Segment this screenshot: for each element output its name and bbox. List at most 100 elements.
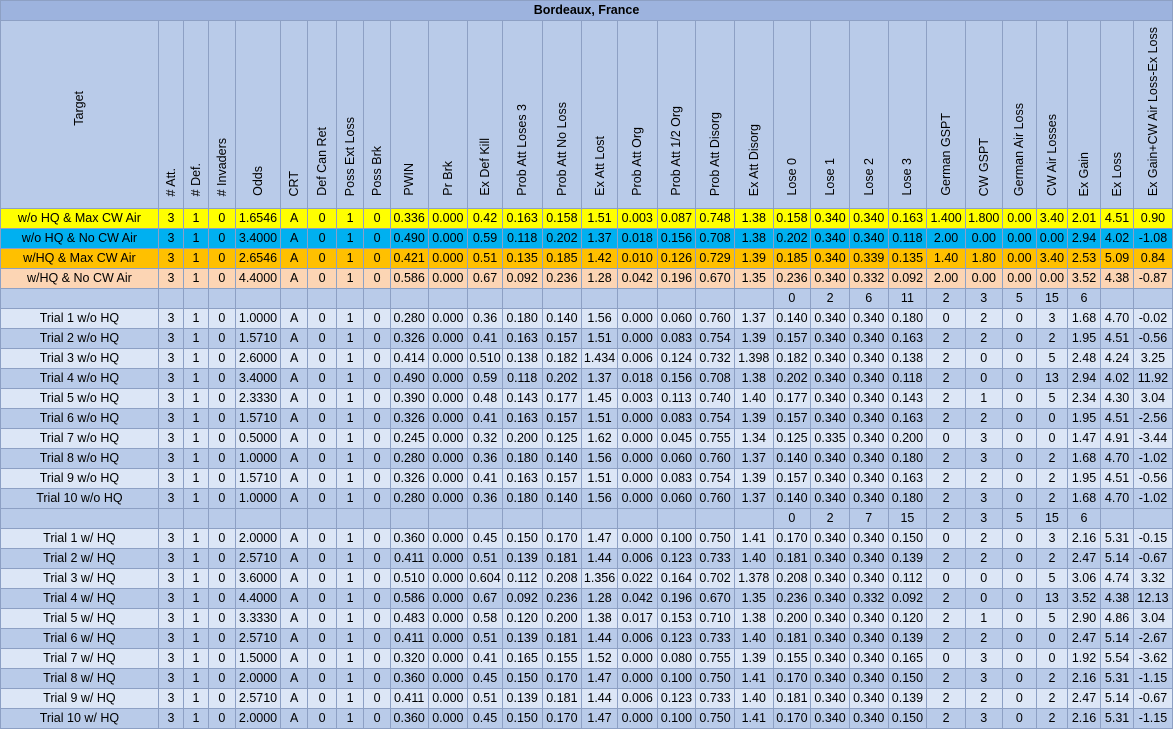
table-cell[interactable] <box>363 508 391 529</box>
table-cell[interactable]: 2 <box>926 608 966 629</box>
table-cell[interactable] <box>307 288 337 309</box>
table-cell[interactable]: 2.3330 <box>235 388 281 409</box>
table-cell[interactable]: 0.123 <box>656 628 697 649</box>
table-cell[interactable]: 0.018 <box>616 368 658 389</box>
column-header[interactable]: Prob Att Loses 3 <box>501 20 543 209</box>
table-cell[interactable]: 2 <box>926 588 966 609</box>
table-cell[interactable]: 0 <box>363 628 391 649</box>
table-cell[interactable]: 0 <box>363 348 391 369</box>
table-cell[interactable]: 0 <box>207 228 237 249</box>
table-cell[interactable]: 0.000 <box>616 668 658 689</box>
row-label-cell[interactable]: Trial 10 w/ HQ <box>0 708 159 729</box>
table-cell[interactable]: 0 <box>207 628 237 649</box>
table-cell[interactable]: 0.754 <box>695 468 735 489</box>
table-cell[interactable]: 0 <box>363 388 391 409</box>
table-cell[interactable]: 0.118 <box>887 368 928 389</box>
table-cell[interactable]: 0 <box>307 248 337 269</box>
table-cell[interactable]: 0.196 <box>656 588 697 609</box>
table-cell[interactable] <box>616 508 658 529</box>
table-cell[interactable]: 5.09 <box>1100 248 1134 269</box>
column-header[interactable]: Lose 1 <box>810 20 850 209</box>
table-cell[interactable]: 0.113 <box>656 388 697 409</box>
table-cell[interactable]: 0.000 <box>427 468 469 489</box>
table-cell[interactable]: 3.25 <box>1132 348 1173 369</box>
table-cell[interactable] <box>183 508 209 529</box>
table-cell[interactable]: 0.138 <box>501 348 543 369</box>
table-cell[interactable]: 0.163 <box>887 328 928 349</box>
table-cell[interactable]: 0.157 <box>541 328 583 349</box>
table-cell[interactable]: 0.332 <box>848 588 889 609</box>
table-cell[interactable]: 0.150 <box>887 668 928 689</box>
table-cell[interactable]: 1 <box>335 448 365 469</box>
table-cell[interactable]: 0.340 <box>848 548 889 569</box>
table-cell[interactable]: 0.010 <box>616 248 658 269</box>
table-cell[interactable]: 0 <box>363 468 391 489</box>
row-label-cell[interactable]: Trial 8 w/ HQ <box>0 668 159 689</box>
table-cell[interactable]: 0.42 <box>467 208 503 229</box>
table-cell[interactable]: 0.092 <box>501 588 543 609</box>
table-cell[interactable]: 0.340 <box>810 408 850 429</box>
table-cell[interactable]: 0.280 <box>389 488 429 509</box>
row-label-cell[interactable]: Trial 2 w/o HQ <box>0 328 159 349</box>
table-cell[interactable]: 0 <box>1001 408 1038 429</box>
table-cell[interactable]: A <box>279 568 309 589</box>
table-cell[interactable]: 2.0000 <box>235 528 281 549</box>
table-cell[interactable]: 0.760 <box>695 308 735 329</box>
table-cell[interactable]: 0.156 <box>656 368 697 389</box>
column-header[interactable]: Pr Brk <box>427 20 469 209</box>
table-cell[interactable]: 2.94 <box>1066 368 1102 389</box>
table-cell[interactable]: 0.006 <box>616 348 658 369</box>
table-cell[interactable]: 0.236 <box>541 268 583 289</box>
table-cell[interactable]: 1.5710 <box>235 328 281 349</box>
table-cell[interactable]: 2.47 <box>1066 628 1102 649</box>
table-cell[interactable]: 0.750 <box>695 528 735 549</box>
table-cell[interactable]: 0.000 <box>427 208 469 229</box>
table-cell[interactable]: 1 <box>335 588 365 609</box>
table-cell[interactable]: 0.710 <box>695 608 735 629</box>
table-cell[interactable]: 0 <box>1001 428 1038 449</box>
table-cell[interactable]: 0.755 <box>695 428 735 449</box>
table-cell[interactable]: 1 <box>335 228 365 249</box>
table-cell[interactable]: 1.38 <box>733 228 774 249</box>
table-cell[interactable]: 3 <box>157 548 185 569</box>
table-cell[interactable]: 3 <box>157 528 185 549</box>
table-cell[interactable]: 2.53 <box>1066 248 1102 269</box>
table-cell[interactable]: -0.56 <box>1132 328 1173 349</box>
row-label-cell[interactable]: Trial 1 w/o HQ <box>0 308 159 329</box>
table-cell[interactable]: 0.170 <box>541 708 583 729</box>
table-cell[interactable]: 2 <box>926 348 966 369</box>
table-cell[interactable]: 0 <box>207 568 237 589</box>
table-cell[interactable]: 12.13 <box>1132 588 1173 609</box>
table-cell[interactable]: 4.4000 <box>235 268 281 289</box>
table-cell[interactable]: 0.000 <box>427 488 469 509</box>
table-cell[interactable] <box>235 508 281 529</box>
table-cell[interactable]: 0.340 <box>810 588 850 609</box>
table-cell[interactable]: 0.181 <box>541 628 583 649</box>
table-cell[interactable]: 0 <box>363 428 391 449</box>
table-cell[interactable]: 0 <box>1001 608 1038 629</box>
table-cell[interactable]: 0.340 <box>848 348 889 369</box>
table-cell[interactable]: 0.022 <box>616 568 658 589</box>
table-cell[interactable]: 0.153 <box>656 608 697 629</box>
table-cell[interactable]: 0 <box>207 688 237 709</box>
table-cell[interactable]: 0 <box>307 608 337 629</box>
table-cell[interactable]: 0.41 <box>467 648 503 669</box>
table-cell[interactable]: 0.139 <box>501 628 543 649</box>
table-cell[interactable]: 5 <box>1036 568 1068 589</box>
table-cell[interactable]: 2.00 <box>926 268 966 289</box>
table-cell[interactable]: 1.378 <box>733 568 774 589</box>
table-cell[interactable]: 0 <box>363 568 391 589</box>
table-cell[interactable]: -0.02 <box>1132 308 1173 329</box>
table-cell[interactable]: 0.340 <box>810 648 850 669</box>
table-cell[interactable]: 1.5000 <box>235 648 281 669</box>
table-cell[interactable]: 3 <box>157 268 185 289</box>
table-cell[interactable] <box>581 288 618 309</box>
table-cell[interactable]: 0.140 <box>772 488 812 509</box>
table-cell[interactable]: 0.340 <box>848 408 889 429</box>
table-cell[interactable]: 0.163 <box>887 468 928 489</box>
table-cell[interactable]: 1.68 <box>1066 308 1102 329</box>
table-cell[interactable]: 0.018 <box>616 228 658 249</box>
table-cell[interactable]: 0 <box>1036 628 1068 649</box>
table-cell[interactable]: 0 <box>207 268 237 289</box>
table-cell[interactable]: -0.67 <box>1132 548 1173 569</box>
